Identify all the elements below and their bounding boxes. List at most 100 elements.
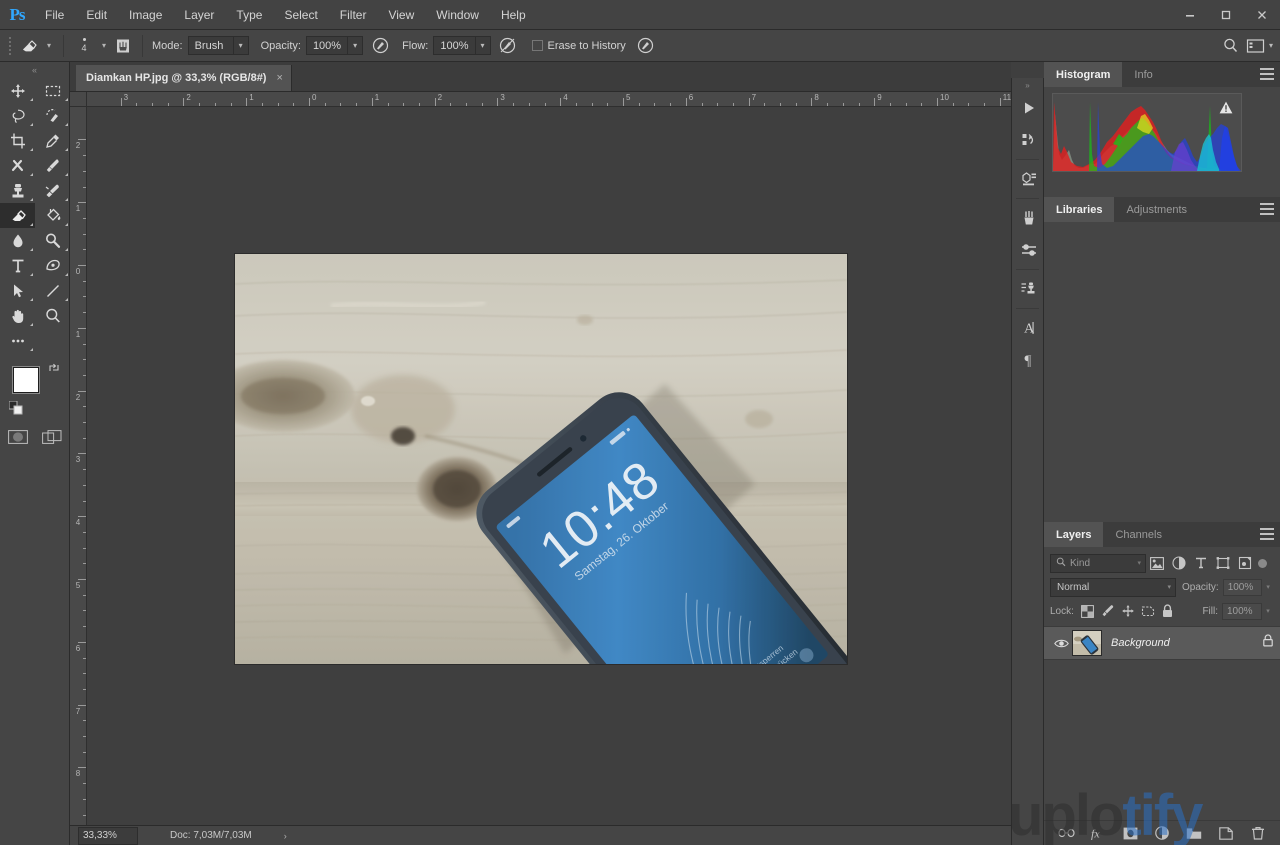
eraser-tool[interactable] [0,203,35,228]
status-expand-icon[interactable]: › [284,831,287,841]
vertical-ruler[interactable]: 210123456789 [70,107,87,825]
dock-expand-icon[interactable]: » [1012,78,1043,92]
tab-channels[interactable]: Channels [1103,522,1173,547]
add-layer-mask-icon[interactable] [1121,824,1139,842]
quick-selection-tool[interactable] [35,103,70,128]
line-tool[interactable] [35,278,70,303]
pen-tool[interactable] [35,253,70,278]
maximize-button[interactable] [1208,0,1244,30]
layer-fill-input[interactable]: 100% [1222,602,1262,620]
spot-healing-brush-tool[interactable] [0,153,35,178]
layer-blend-mode-select[interactable]: Normal ▾ [1050,577,1176,597]
erase-to-history-checkbox[interactable]: Erase to History [531,40,626,52]
adjustments-sliders-icon[interactable] [1012,234,1045,266]
menu-filter[interactable]: Filter [329,0,378,30]
uncached-data-warning-icon[interactable] [1219,101,1233,114]
menu-layer[interactable]: Layer [173,0,225,30]
link-layers-icon[interactable] [1057,824,1075,842]
default-colors-icon[interactable] [8,400,23,415]
tab-adjustments[interactable]: Adjustments [1114,197,1199,222]
clone-stamp-tool[interactable] [0,178,35,203]
lock-transparent-pixels-icon[interactable] [1078,602,1098,620]
dodge-tool[interactable] [35,228,70,253]
opacity-input[interactable]: 100% ▾ [305,36,364,55]
menu-help[interactable]: Help [490,0,537,30]
move-tool[interactable] [0,78,35,103]
smoothing-options-icon[interactable] [634,35,658,57]
menu-select[interactable]: Select [273,0,328,30]
panel-menu-icon[interactable] [1260,528,1274,540]
layer-name[interactable]: Background [1111,637,1170,649]
opacity-chevron-down-icon[interactable]: ▾ [347,37,362,54]
character-icon[interactable]: A [1012,312,1045,344]
clone-source-icon[interactable] [1012,273,1045,305]
lock-artboard-nesting-icon[interactable] [1138,602,1158,620]
filter-adjustment-icon[interactable] [1168,553,1190,573]
brush-tool[interactable] [35,153,70,178]
history-brush-tool[interactable] [35,178,70,203]
toggle-brush-panel-icon[interactable] [111,35,135,57]
layer-opacity-input[interactable]: 100% [1222,578,1263,596]
brush-preset-chevron-down-icon[interactable]: ▾ [97,35,111,57]
lasso-tool[interactable] [0,103,35,128]
close-button[interactable] [1244,0,1280,30]
blur-tool[interactable] [0,228,35,253]
filter-smart-object-icon[interactable] [1234,553,1256,573]
lock-image-pixels-icon[interactable] [1098,602,1118,620]
new-layer-icon[interactable] [1217,824,1235,842]
workspace-switcher-button[interactable]: ▾ [1243,35,1276,57]
menu-image[interactable]: Image [118,0,173,30]
blend-mode-select[interactable]: Brush ▾ [187,36,249,55]
edit-toolbar-button[interactable] [0,328,35,353]
close-icon[interactable]: × [276,72,282,84]
crop-tool[interactable] [0,128,35,153]
minimize-button[interactable] [1172,0,1208,30]
layer-style-fx-icon[interactable]: fx [1089,824,1107,842]
panel-menu-icon[interactable] [1260,203,1274,215]
new-group-icon[interactable] [1185,824,1203,842]
hand-tool[interactable] [0,303,35,328]
menu-window[interactable]: Window [425,0,490,30]
horizontal-ruler[interactable]: 3 2 1 0 1 2 3 4 5 6 7 8 9 10 11 [87,92,1011,107]
swap-colors-icon[interactable] [48,362,60,374]
menu-view[interactable]: View [377,0,425,30]
pressure-controls-opacity-icon[interactable] [368,35,392,57]
screen-mode-icon[interactable] [41,429,63,445]
document-canvas[interactable]: 10:48 Samstag, 26. Oktober [88,108,1011,825]
tab-layers[interactable]: Layers [1044,522,1104,547]
paragraph-icon[interactable]: ¶ [1012,344,1045,376]
path-selection-tool[interactable] [0,278,35,303]
layer-thumbnail[interactable] [1072,630,1102,656]
rectangular-marquee-tool[interactable] [35,78,70,103]
menu-file[interactable]: File [34,0,75,30]
filter-shape-icon[interactable] [1212,553,1234,573]
new-adjustment-layer-icon[interactable] [1153,824,1171,842]
filter-pixel-icon[interactable] [1146,553,1168,573]
layer-opacity-chevron-down-icon[interactable]: ▾ [1262,583,1274,591]
zoom-level-input[interactable]: 33,33% [78,826,138,845]
filter-enable-toggle[interactable] [1258,558,1267,568]
zoom-tool[interactable] [35,303,70,328]
tab-libraries[interactable]: Libraries [1044,197,1115,222]
filter-type-icon[interactable] [1190,553,1212,573]
menu-edit[interactable]: Edit [75,0,118,30]
document-tab[interactable]: Diamkan HP.jpg @ 33,3% (RGB/8#) × [76,65,292,91]
tab-histogram[interactable]: Histogram [1044,62,1123,87]
menu-type[interactable]: Type [225,0,273,30]
flow-input[interactable]: 100% ▾ [433,36,491,55]
canvas-image[interactable]: 10:48 Samstag, 26. Oktober [235,254,847,664]
eraser-icon[interactable] [16,35,42,57]
type-tool[interactable] [0,253,35,278]
lock-position-icon[interactable] [1118,602,1138,620]
paint-bucket-tool[interactable] [35,203,70,228]
layer-fill-chevron-down-icon[interactable]: ▾ [1262,607,1274,615]
tab-info[interactable]: Info [1122,62,1164,87]
options-bar-grip[interactable] [4,35,16,57]
eyedropper-tool[interactable] [35,128,70,153]
table-row[interactable]: Background [1044,626,1280,660]
layer-filter-kind-select[interactable]: Kind ▾ [1050,553,1146,573]
delete-layer-icon[interactable] [1249,824,1267,842]
airbrush-icon[interactable] [496,35,520,57]
3d-icon[interactable] [1012,163,1045,195]
brush-size-preset[interactable]: 4 [71,34,97,58]
